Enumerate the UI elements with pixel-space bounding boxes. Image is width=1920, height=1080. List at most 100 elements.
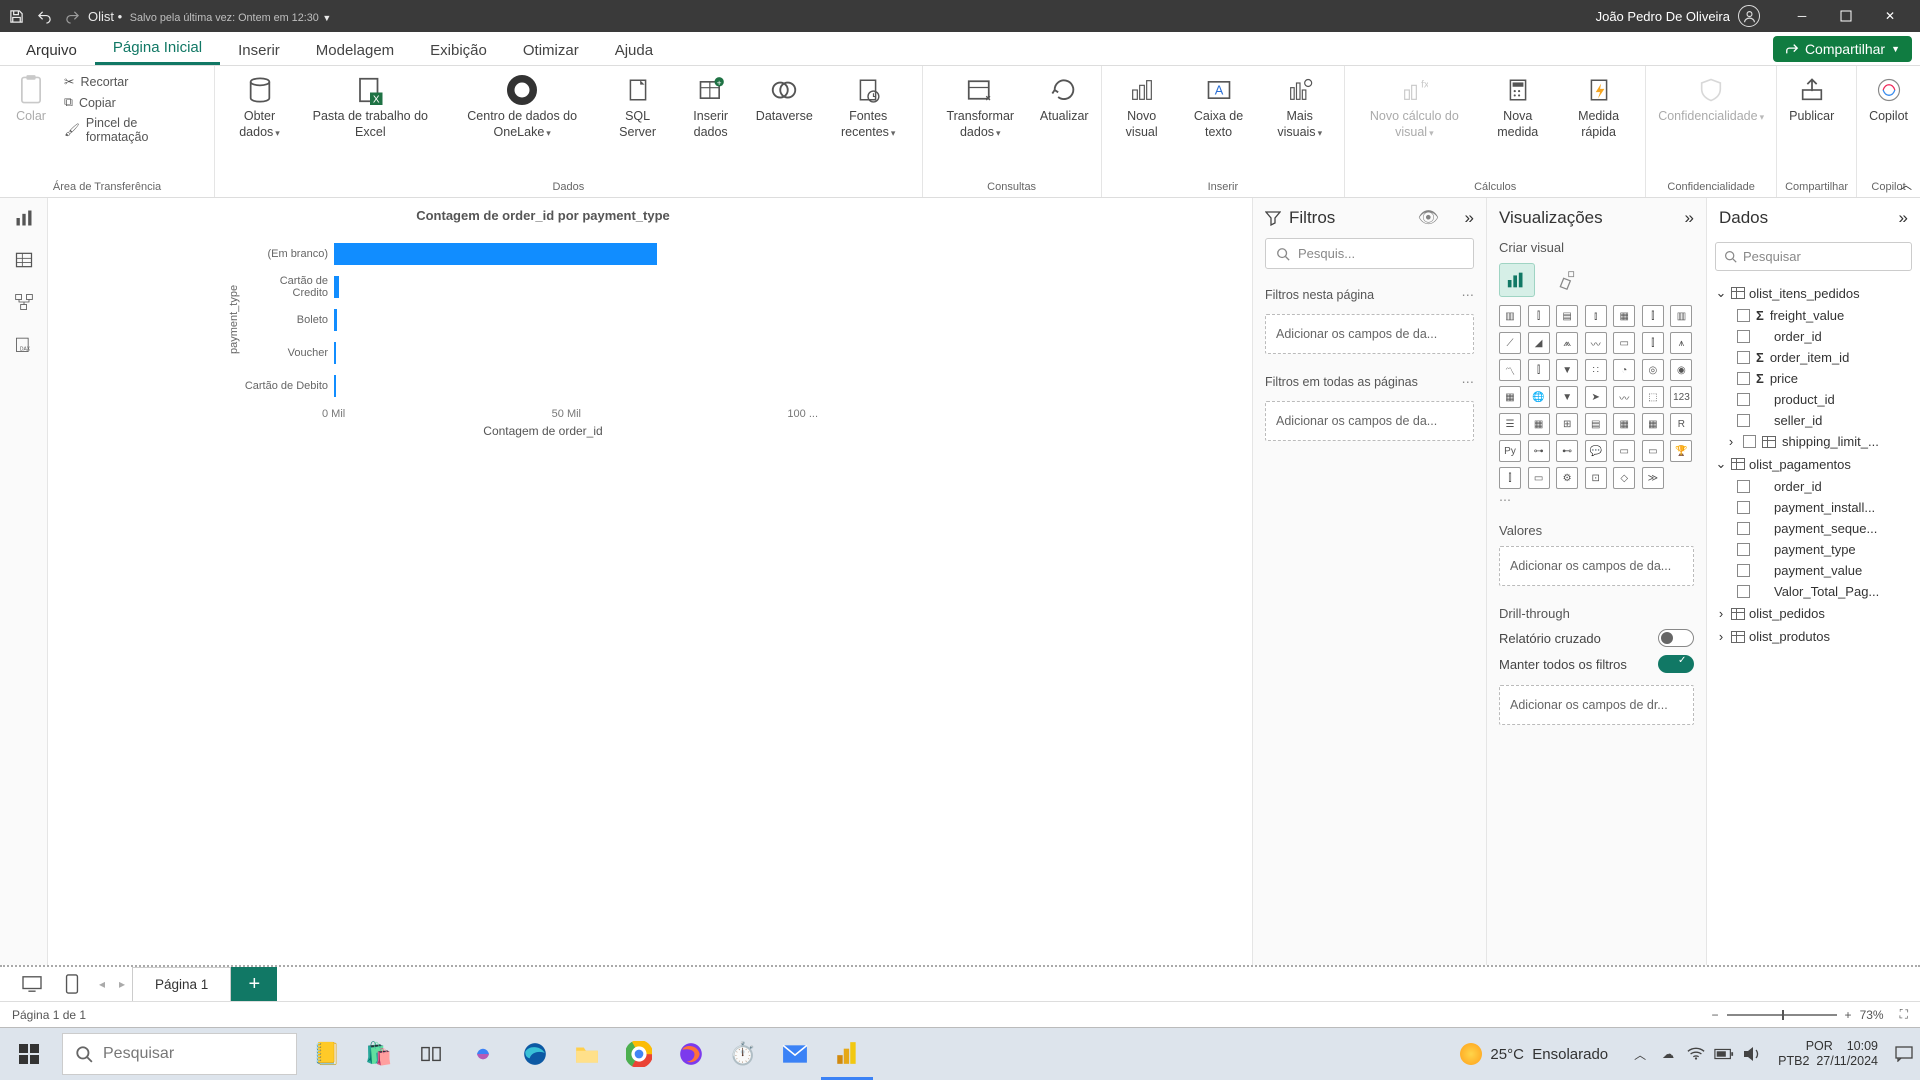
tab-help[interactable]: Ajuda bbox=[597, 36, 671, 65]
field-node[interactable]: Valor_Total_Pag... bbox=[1707, 581, 1920, 602]
onelake-button[interactable]: Centro de dados do OneLake bbox=[445, 70, 600, 142]
chrome-icon[interactable] bbox=[613, 1028, 665, 1080]
checkbox[interactable] bbox=[1737, 372, 1750, 385]
viz-type-icon[interactable]: ⊡ bbox=[1585, 467, 1607, 489]
field-node[interactable]: payment_value bbox=[1707, 560, 1920, 581]
viz-type-icon[interactable]: ⬚ bbox=[1642, 386, 1664, 408]
onedrive-icon[interactable]: ☁ bbox=[1656, 1042, 1680, 1066]
viz-type-icon[interactable]: ⫿ bbox=[1642, 332, 1664, 354]
transform-data-button[interactable]: Transformar dados bbox=[931, 70, 1030, 142]
next-page-icon[interactable]: ▸ bbox=[112, 967, 132, 1001]
zoom-out-icon[interactable]: − bbox=[1712, 1008, 1719, 1022]
table-node[interactable]: ⌄olist_itens_pedidos bbox=[1707, 281, 1920, 305]
keep-all-filters-toggle[interactable]: Manter todos os filtros bbox=[1487, 651, 1706, 677]
explorer-icon[interactable] bbox=[561, 1028, 613, 1080]
report-canvas[interactable]: Contagem de order_id por payment_type pa… bbox=[48, 198, 1252, 965]
tray-chevron-icon[interactable]: ︿ bbox=[1628, 1042, 1652, 1066]
viz-type-icon[interactable]: ▭ bbox=[1613, 332, 1635, 354]
chart-visual[interactable]: Contagem de order_id por payment_type pa… bbox=[228, 208, 858, 438]
viz-type-icon[interactable]: ⫿ bbox=[1499, 467, 1521, 489]
viz-type-icon[interactable]: ⫿ bbox=[1528, 305, 1550, 327]
table-node[interactable]: ⌄olist_pagamentos bbox=[1707, 452, 1920, 476]
checkbox[interactable] bbox=[1737, 330, 1750, 343]
viz-type-icon[interactable]: ⟋ bbox=[1499, 332, 1521, 354]
viz-type-icon[interactable]: ⫿ bbox=[1642, 305, 1664, 327]
field-node[interactable]: payment_seque... bbox=[1707, 518, 1920, 539]
drill-well[interactable]: Adicionar os campos de dr... bbox=[1499, 685, 1694, 725]
viz-type-icon[interactable]: ☰ bbox=[1499, 413, 1521, 435]
viz-type-icon[interactable]: ▤ bbox=[1585, 413, 1607, 435]
maximize-button[interactable] bbox=[1824, 0, 1868, 32]
user-account[interactable]: João Pedro De Oliveira bbox=[1596, 5, 1760, 27]
checkbox[interactable] bbox=[1737, 543, 1750, 556]
viz-type-icon[interactable]: 〽 bbox=[1499, 359, 1521, 381]
viz-type-icon[interactable]: 🏆 bbox=[1670, 440, 1692, 462]
field-node[interactable]: order_id bbox=[1707, 326, 1920, 347]
collapse-ribbon-icon[interactable]: ︿ bbox=[1900, 176, 1912, 193]
toggle-on-icon[interactable] bbox=[1658, 655, 1694, 673]
viz-type-icon[interactable]: ▦ bbox=[1613, 305, 1635, 327]
viz-type-icon[interactable]: ▤ bbox=[1556, 305, 1578, 327]
field-node[interactable]: payment_type bbox=[1707, 539, 1920, 560]
viz-type-icon[interactable]: ⩚ bbox=[1670, 332, 1692, 354]
field-node[interactable]: ›shipping_limit_... bbox=[1707, 431, 1920, 452]
checkbox[interactable] bbox=[1743, 435, 1756, 448]
viz-type-icon[interactable]: ⚙ bbox=[1556, 467, 1578, 489]
save-icon[interactable] bbox=[8, 8, 24, 24]
viz-type-icon[interactable]: 〰 bbox=[1585, 332, 1607, 354]
enter-data-button[interactable]: +Inserir dados bbox=[676, 70, 746, 142]
zoom-in-icon[interactable]: + bbox=[1845, 1008, 1852, 1022]
collapse-icon[interactable]: » bbox=[1685, 208, 1694, 228]
field-node[interactable]: Σfreight_value bbox=[1707, 305, 1920, 326]
publish-button[interactable]: Publicar bbox=[1785, 70, 1838, 127]
checkbox[interactable] bbox=[1737, 393, 1750, 406]
powerbi-icon[interactable] bbox=[821, 1028, 873, 1080]
field-node[interactable]: order_id bbox=[1707, 476, 1920, 497]
fit-page-icon[interactable]: ⛶ bbox=[1900, 1007, 1908, 1022]
checkbox[interactable] bbox=[1737, 522, 1750, 535]
mobile-view-icon[interactable] bbox=[52, 967, 92, 1001]
more-visuals-icon[interactable]: ⋯ bbox=[1487, 489, 1706, 511]
viz-type-icon[interactable]: ▦ bbox=[1528, 413, 1550, 435]
model-view-icon[interactable] bbox=[12, 290, 36, 314]
viz-type-icon[interactable]: ⫿ bbox=[1528, 359, 1550, 381]
dataverse-button[interactable]: Dataverse bbox=[752, 70, 817, 127]
filters-all-pages-well[interactable]: Adicionar os campos de da... bbox=[1265, 401, 1474, 441]
viz-type-icon[interactable]: ▥ bbox=[1670, 305, 1692, 327]
viz-type-icon[interactable]: ⊷ bbox=[1556, 440, 1578, 462]
checkbox[interactable] bbox=[1737, 480, 1750, 493]
viz-type-icon[interactable]: Py bbox=[1499, 440, 1521, 462]
build-visual-tab[interactable] bbox=[1499, 263, 1535, 297]
collapse-icon[interactable]: » bbox=[1465, 208, 1474, 228]
viz-type-icon[interactable]: 🌐 bbox=[1528, 386, 1550, 408]
get-data-button[interactable]: Obter dados bbox=[223, 70, 296, 142]
task-view-icon[interactable] bbox=[405, 1028, 457, 1080]
new-measure-button[interactable]: Nova medida bbox=[1482, 70, 1554, 142]
viz-type-icon[interactable]: ▼ bbox=[1556, 359, 1578, 381]
viz-type-icon[interactable]: R bbox=[1670, 413, 1692, 435]
filters-search[interactable]: Pesquis... bbox=[1265, 238, 1474, 269]
wifi-icon[interactable] bbox=[1684, 1042, 1708, 1066]
viz-type-icon[interactable]: ⊶ bbox=[1528, 440, 1550, 462]
more-visuals-button[interactable]: Mais visuais bbox=[1263, 70, 1336, 142]
weather-widget[interactable]: 25°C Ensolarado bbox=[1460, 1043, 1608, 1065]
firefox-icon[interactable] bbox=[665, 1028, 717, 1080]
field-node[interactable]: product_id bbox=[1707, 389, 1920, 410]
volume-icon[interactable] bbox=[1740, 1042, 1764, 1066]
battery-icon[interactable] bbox=[1712, 1042, 1736, 1066]
undo-icon[interactable] bbox=[36, 8, 52, 24]
report-view-icon[interactable] bbox=[12, 206, 36, 230]
page-tab-1[interactable]: Página 1 bbox=[132, 967, 231, 1001]
taskbar-clock[interactable]: POR 10:09 PTB2 27/11/2024 bbox=[1768, 1039, 1888, 1069]
checkbox[interactable] bbox=[1737, 351, 1750, 364]
viz-type-icon[interactable]: 💬 bbox=[1585, 440, 1607, 462]
tab-view[interactable]: Exibição bbox=[412, 36, 505, 65]
taskbar-app-1[interactable]: 📒 bbox=[301, 1028, 353, 1080]
taskbar-search[interactable]: Pesquisar bbox=[62, 1033, 297, 1075]
table-node[interactable]: ›olist_pedidos bbox=[1707, 602, 1920, 625]
zoom-slider[interactable] bbox=[1727, 1014, 1837, 1016]
add-page-button[interactable]: + bbox=[231, 967, 277, 1001]
viz-type-icon[interactable]: ⫾ bbox=[1585, 305, 1607, 327]
more-icon[interactable]: ⋯ bbox=[1462, 287, 1475, 302]
viz-type-icon[interactable]: ▦ bbox=[1613, 413, 1635, 435]
